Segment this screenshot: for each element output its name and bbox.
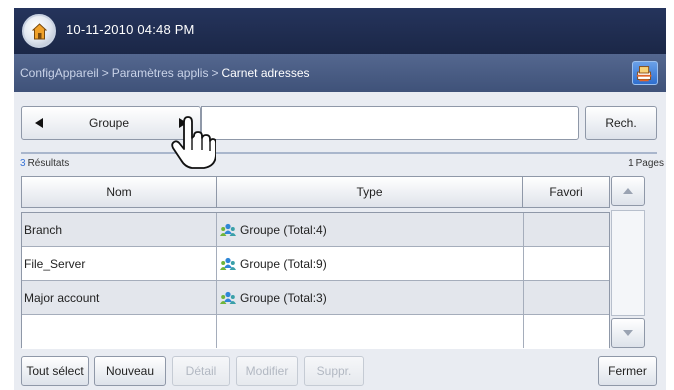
cell-type: Groupe (Total:9) xyxy=(217,247,524,280)
table-row[interactable]: Major account Groupe (Total:3) xyxy=(22,281,609,315)
breadcrumb: ConfigAppareil > Paramètres applis > Carnet … xyxy=(20,66,310,80)
scroll-up-button[interactable] xyxy=(611,176,645,206)
breadcrumb-separator: > xyxy=(211,66,219,80)
pages-number: 1 xyxy=(628,158,634,169)
home-icon xyxy=(32,23,47,40)
pages-label: Pages xyxy=(635,158,664,169)
scroll-down-button[interactable] xyxy=(611,318,645,348)
breadcrumb-item-configappareil[interactable]: ConfigAppareil xyxy=(20,66,99,80)
cell-favorite xyxy=(524,247,609,280)
select-all-button[interactable]: Tout sélect xyxy=(21,356,89,386)
triangle-up-icon xyxy=(623,188,633,194)
cell-favorite xyxy=(524,213,609,246)
cell-type xyxy=(217,315,524,348)
triangle-down-icon xyxy=(623,330,633,336)
cell-type-text: Groupe (Total:3) xyxy=(240,290,327,305)
close-button[interactable]: Fermer xyxy=(598,356,657,386)
group-icon xyxy=(220,223,236,236)
results-count: 3 Résultats xyxy=(20,158,69,169)
cell-favorite xyxy=(524,281,609,314)
breadcrumb-bar: ConfigAppareil > Paramètres applis > Carnet … xyxy=(14,54,666,92)
divider xyxy=(21,152,657,154)
group-icon xyxy=(220,291,236,304)
table-scrollbar xyxy=(611,176,645,348)
cell-favorite xyxy=(524,315,609,348)
breadcrumb-item-parametres-applis[interactable]: Paramètres applis xyxy=(112,66,209,80)
arrow-left-icon xyxy=(35,118,43,128)
device-screen: 10-11-2010 04:48 PM ConfigAppareil > Param… xyxy=(14,8,666,390)
search-input[interactable] xyxy=(201,106,579,140)
new-button[interactable]: Nouveau xyxy=(94,356,166,386)
job-status-button[interactable] xyxy=(632,61,658,85)
status-bar: 10-11-2010 04:48 PM xyxy=(14,8,666,54)
cell-name: Branch xyxy=(22,213,217,246)
search-button[interactable]: Rech. xyxy=(585,106,657,140)
hand-cursor-icon xyxy=(171,116,216,169)
breadcrumb-item-current: Carnet adresses xyxy=(221,66,310,80)
results-label: Résultats xyxy=(27,158,70,169)
address-book-panel: Groupe Rech. 3 Résultats 1 Pages Nom Type … xyxy=(14,92,666,390)
cell-name: Major account xyxy=(22,281,217,314)
job-status-icon xyxy=(636,66,652,82)
table-row[interactable] xyxy=(22,315,609,349)
column-header-favorite[interactable]: Favori xyxy=(522,176,610,208)
cell-name xyxy=(22,315,217,348)
column-header-type[interactable]: Type xyxy=(216,176,523,208)
cell-type: Groupe (Total:4) xyxy=(217,213,524,246)
modify-button[interactable]: Modifier xyxy=(236,356,298,386)
cell-name: File_Server xyxy=(22,247,217,280)
delete-button[interactable]: Suppr. xyxy=(304,356,364,386)
breadcrumb-separator: > xyxy=(101,66,109,80)
cell-type-text: Groupe (Total:4) xyxy=(240,222,327,237)
table-body: Branch Groupe (Total:4) File_Server Grou… xyxy=(21,212,610,349)
scroll-track[interactable] xyxy=(611,210,645,316)
cell-type-text: Groupe (Total:9) xyxy=(240,256,327,271)
column-header-name[interactable]: Nom xyxy=(21,176,217,208)
page-count: 1 Pages xyxy=(628,158,664,169)
table-row[interactable]: File_Server Groupe (Total:9) xyxy=(22,247,609,281)
prev-category-button[interactable] xyxy=(26,110,52,136)
results-number: 3 xyxy=(20,158,26,169)
cell-type: Groupe (Total:3) xyxy=(217,281,524,314)
table-row[interactable]: Branch Groupe (Total:4) xyxy=(22,213,609,247)
detail-button[interactable]: Détail xyxy=(172,356,230,386)
category-label: Groupe xyxy=(88,116,130,130)
table-header: Nom Type Favori xyxy=(21,176,623,208)
group-icon xyxy=(220,257,236,270)
home-button[interactable] xyxy=(22,14,56,48)
datetime-label: 10-11-2010 04:48 PM xyxy=(66,22,195,37)
